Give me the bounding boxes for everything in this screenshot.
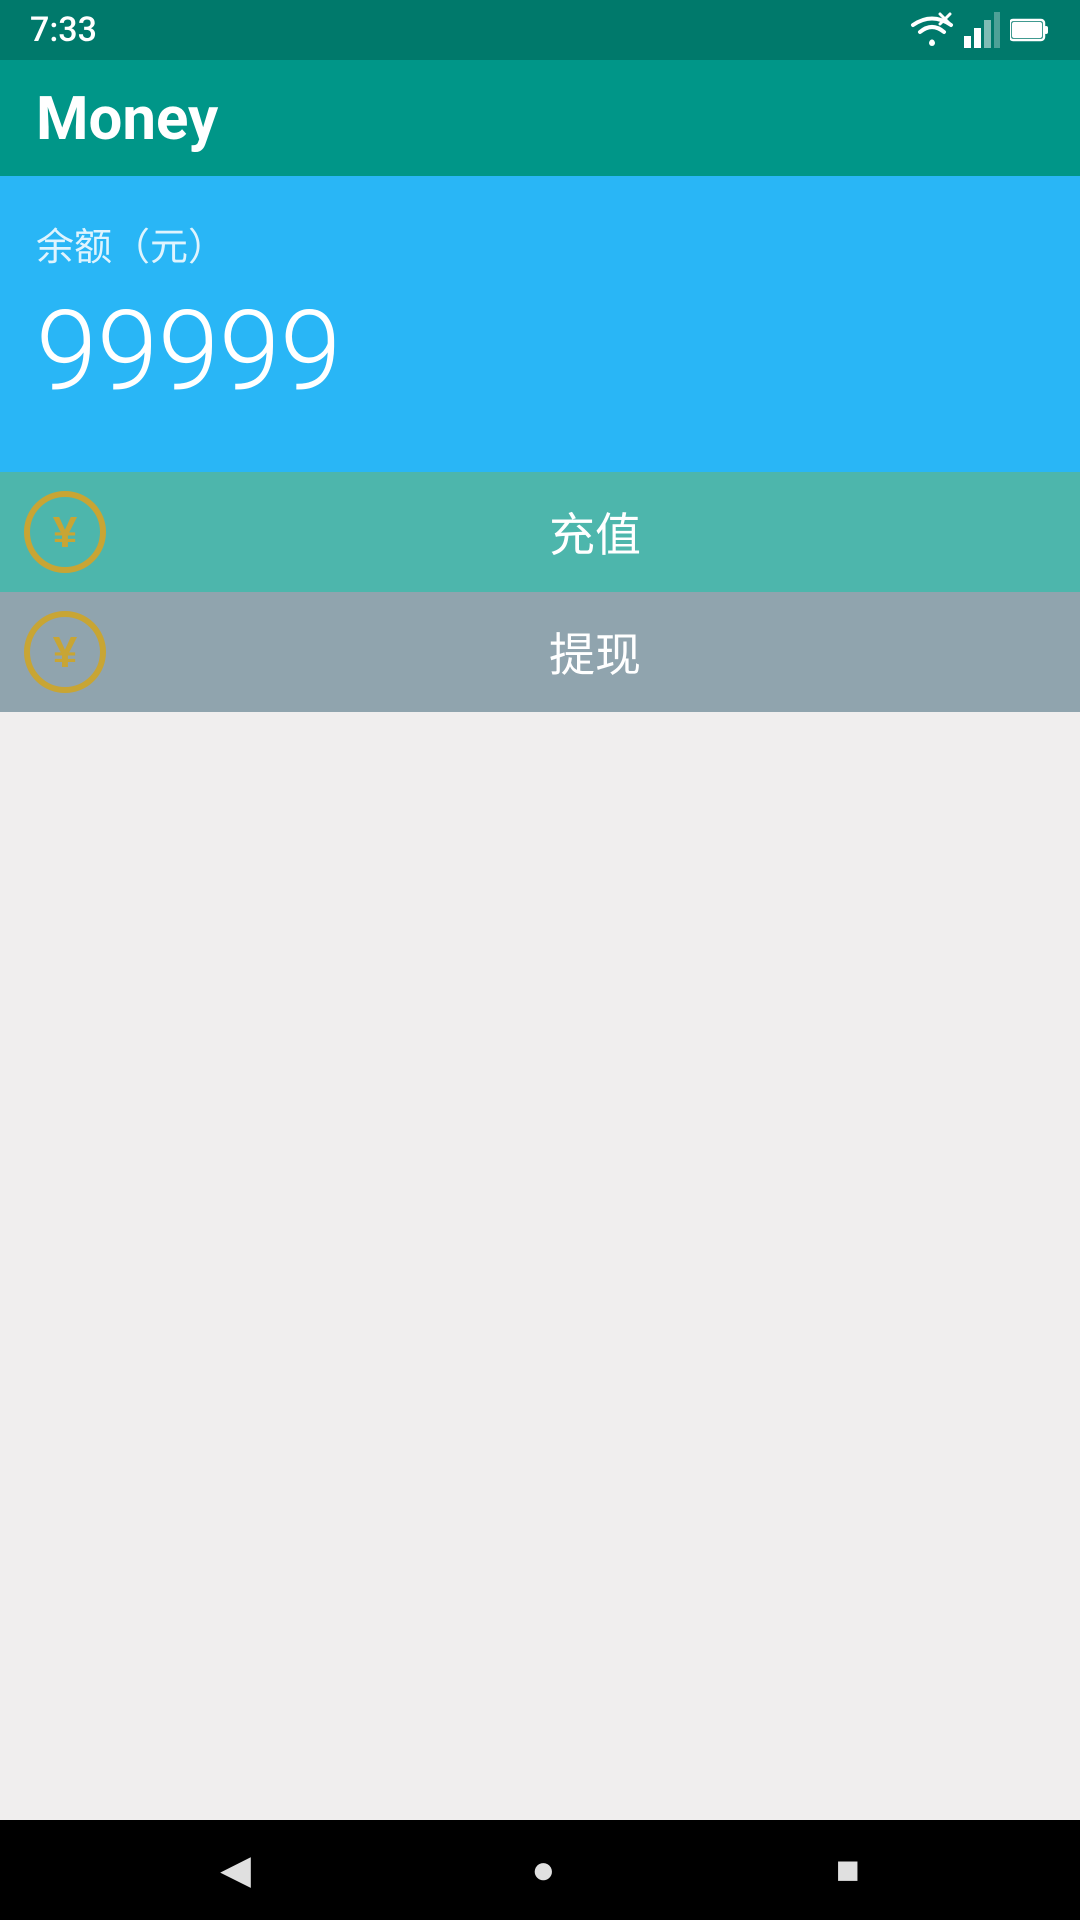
main-content (0, 712, 1080, 1820)
home-icon: ● (531, 1848, 555, 1893)
status-time: 7:33 (30, 10, 97, 50)
recharge-label: 充值 (130, 499, 1060, 565)
recharge-yen-icon: ¥ (20, 487, 110, 577)
withdraw-yen-icon: ¥ (20, 607, 110, 697)
recent-button[interactable]: ■ (826, 1838, 870, 1903)
nav-bar: ◀ ● ■ (0, 1820, 1080, 1920)
wifi-icon (910, 12, 954, 48)
balance-label: 余额（元） (36, 216, 1044, 271)
balance-section: 余额（元） 99999 (0, 176, 1080, 472)
status-bar: 7:33 (0, 0, 1080, 60)
withdraw-label: 提现 (130, 619, 1060, 685)
balance-amount: 99999 (36, 291, 1044, 412)
battery-icon (1010, 17, 1050, 43)
home-button[interactable]: ● (521, 1838, 565, 1903)
back-button[interactable]: ◀ (210, 1837, 261, 1903)
svg-text:¥: ¥ (53, 508, 78, 557)
back-icon: ◀ (220, 1847, 251, 1893)
app-title: Money (36, 83, 218, 154)
withdraw-button[interactable]: ¥ 提现 (0, 592, 1080, 712)
signal-icon (964, 12, 1000, 48)
svg-text:¥: ¥ (53, 628, 78, 677)
app-bar: Money (0, 60, 1080, 176)
recharge-button[interactable]: ¥ 充值 (0, 472, 1080, 592)
status-icons (910, 12, 1050, 48)
recent-icon: ■ (836, 1848, 860, 1893)
